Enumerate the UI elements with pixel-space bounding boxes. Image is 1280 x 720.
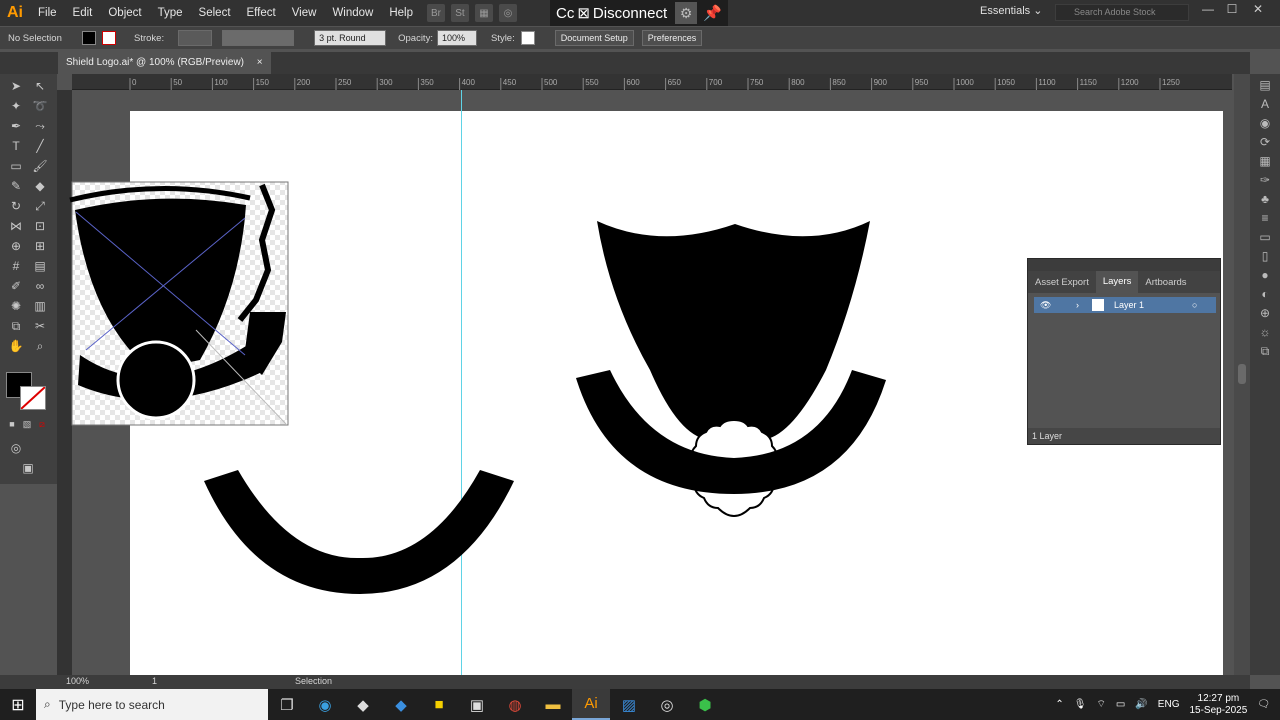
- panel-dock: ▤ A ◉ ⟳ ▦ ✑ ♣ ≡ ▭ ▯ ● ◐ ⊕ ☼ ⧉: [1250, 74, 1280, 675]
- illustrator-taskbar-icon[interactable]: Ai: [572, 689, 610, 720]
- gradient-panel-icon[interactable]: ▯: [1262, 249, 1269, 263]
- brushes-icon[interactable]: ✑: [1260, 173, 1270, 187]
- align-icon[interactable]: ≡: [1261, 211, 1268, 225]
- target-circle-icon[interactable]: ○: [1192, 297, 1197, 313]
- layer-count: 1 Layer: [1032, 431, 1063, 441]
- battery-icon[interactable]: ▭: [1116, 699, 1125, 710]
- scroll-thumb[interactable]: [1238, 364, 1246, 384]
- clock[interactable]: 12:27 pm 15-Sep-2025: [1189, 693, 1247, 717]
- transparency-icon[interactable]: ▭: [1259, 230, 1270, 244]
- windows-start-icon[interactable]: ⊞: [0, 689, 36, 720]
- image-trace-icon[interactable]: ⟳: [1260, 135, 1270, 149]
- pathfinder-icon[interactable]: ⊕: [1260, 306, 1270, 320]
- file-explorer-icon[interactable]: ▬: [534, 689, 572, 720]
- layers-panel-header[interactable]: [1028, 259, 1220, 271]
- notification-icon[interactable]: 🗨: [1257, 699, 1270, 710]
- zoom-level[interactable]: 100%: [66, 676, 89, 686]
- current-tool-status[interactable]: Selection: [295, 676, 332, 686]
- visibility-eye-icon[interactable]: 👁: [1040, 297, 1051, 313]
- network-icon[interactable]: ⌔: [1096, 698, 1105, 711]
- layer-row[interactable]: 👁 › Layer 1 ○: [1034, 297, 1216, 313]
- sticky-notes-icon[interactable]: ■: [420, 689, 458, 720]
- search-icon: ⌕: [44, 697, 51, 711]
- photos-icon[interactable]: ▨: [610, 689, 648, 720]
- symbols-icon[interactable]: ♣: [1261, 192, 1269, 206]
- obs-icon[interactable]: ◎: [648, 689, 686, 720]
- layer-name[interactable]: Layer 1: [1114, 297, 1144, 313]
- store-icon[interactable]: ▣: [458, 689, 496, 720]
- tray-chevron-icon[interactable]: ⌃: [1055, 699, 1063, 710]
- layer-thumbnail: [1092, 299, 1104, 311]
- banner-arc-shape[interactable]: [204, 470, 514, 594]
- vertical-scrollbar[interactable]: [1234, 74, 1250, 675]
- reference-image[interactable]: [69, 181, 289, 426]
- shield-shape[interactable]: [597, 221, 870, 440]
- artboard-number[interactable]: 1: [152, 676, 157, 686]
- tab-artboards[interactable]: Artboards: [1138, 277, 1193, 288]
- volume-icon[interactable]: 🔊: [1135, 699, 1147, 710]
- edge-icon[interactable]: ◉: [306, 689, 344, 720]
- color-guide-icon[interactable]: ◉: [1260, 116, 1270, 130]
- windows-taskbar: ⊞ ⌕ Type here to search ❐ ◉ ◆ ◆ ■ ▣ ◍ ▬ …: [0, 689, 1280, 720]
- status-bar: 100% 1 Selection: [0, 675, 1250, 689]
- layers-footer: 1 Layer: [1028, 428, 1220, 444]
- green-app-icon[interactable]: ⬢: [686, 689, 724, 720]
- app-icon[interactable]: ◆: [344, 689, 382, 720]
- swatches-icon[interactable]: ▦: [1259, 154, 1270, 168]
- graphic-styles-icon[interactable]: ◐: [1261, 287, 1268, 301]
- expand-chevron-icon[interactable]: ›: [1076, 297, 1079, 313]
- microphone-icon[interactable]: 🎙: [1074, 699, 1087, 710]
- layers-panel: Asset Export Layers Artboards 👁 › Layer …: [1027, 258, 1221, 445]
- clock-time: 12:27 pm: [1197, 692, 1240, 704]
- language-indicator[interactable]: ENG: [1158, 699, 1180, 710]
- properties-panel-icon[interactable]: ▤: [1259, 78, 1270, 92]
- libraries-panel-icon[interactable]: A: [1261, 97, 1269, 111]
- taskbar-search-placeholder: Type here to search: [58, 697, 165, 712]
- taskbar-search-input[interactable]: ⌕ Type here to search: [36, 689, 268, 720]
- clock-date: 15-Sep-2025: [1189, 704, 1248, 716]
- layers-dock-icon[interactable]: ⧉: [1261, 344, 1270, 359]
- sun-icon[interactable]: ☼: [1260, 325, 1271, 339]
- app-icon-2[interactable]: ◆: [382, 689, 420, 720]
- appearance-icon[interactable]: ●: [1261, 268, 1268, 282]
- task-view-icon[interactable]: ❐: [268, 689, 306, 720]
- tab-layers[interactable]: Layers: [1095, 271, 1139, 293]
- tab-asset-export[interactable]: Asset Export: [1028, 277, 1096, 288]
- chrome-icon[interactable]: ◍: [496, 689, 534, 720]
